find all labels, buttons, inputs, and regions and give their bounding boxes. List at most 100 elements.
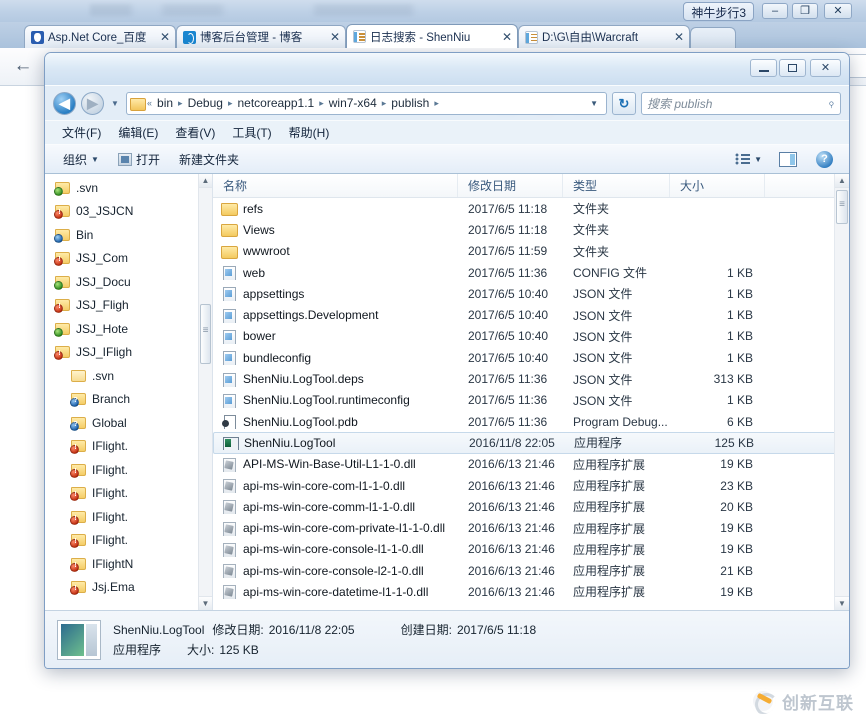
browser-minimize-button[interactable]: – xyxy=(762,3,788,19)
table-row[interactable]: ShenNiu.LogTool.runtimeconfig 2017/6/5 11… xyxy=(213,390,849,411)
show-preview-pane-button[interactable] xyxy=(771,149,805,170)
nav-tree-item[interactable]: JSJ_Docu xyxy=(45,270,198,294)
table-row[interactable]: API-MS-Win-Base-Util-L1-1-0.dll 2016/6/13… xyxy=(213,454,849,475)
scroll-up-arrow-icon[interactable]: ▲ xyxy=(199,174,212,188)
scroll-down-arrow-icon[interactable]: ▼ xyxy=(835,596,849,610)
nav-tree-item[interactable]: Branch xyxy=(45,388,198,412)
file-list-scroll-thumb[interactable] xyxy=(836,190,848,224)
new-tab-button[interactable] xyxy=(690,27,736,48)
browser-tab-0[interactable]: Asp.Net Core_百度 ✕ xyxy=(24,25,176,48)
nav-tree-item[interactable]: JSJ_Hote xyxy=(45,317,198,341)
browser-tab-3[interactable]: D:\G\自由\Warcraft ✕ xyxy=(518,25,690,48)
nav-tree-item[interactable]: JSJ_IFligh xyxy=(45,341,198,365)
table-row[interactable]: refs 2017/6/5 11:18 文件夹 xyxy=(213,198,849,219)
table-row[interactable]: bower 2017/6/5 10:40 JSON 文件 1 KB xyxy=(213,326,849,347)
chevron-right-icon[interactable]: ▸ xyxy=(433,98,440,109)
menu-file[interactable]: 文件(F) xyxy=(55,122,108,143)
menu-edit[interactable]: 编辑(E) xyxy=(111,122,165,143)
address-dropdown-icon[interactable]: ▼ xyxy=(585,99,603,108)
nav-tree-item[interactable]: IFlight. xyxy=(45,505,198,529)
scroll-down-arrow-icon[interactable]: ▼ xyxy=(199,596,212,610)
file-size-cell: 19 KB xyxy=(720,542,753,557)
browser-back-icon[interactable]: ← xyxy=(12,56,34,78)
table-row[interactable]: api-ms-win-core-com-private-l1-1-0.dll 20… xyxy=(213,517,849,538)
help-button[interactable]: ? xyxy=(808,148,841,171)
browser-close-button[interactable]: ✕ xyxy=(824,3,852,19)
chevron-right-icon[interactable]: ▸ xyxy=(381,98,388,109)
breadcrumb-item-debug[interactable]: Debug xyxy=(185,96,226,110)
nav-tree-item[interactable]: 03_JSJCN xyxy=(45,200,198,224)
table-row[interactable]: wwwroot 2017/6/5 11:59 文件夹 xyxy=(213,241,849,262)
file-list-scrollbar[interactable]: ▲ ▼ xyxy=(834,174,849,610)
new-folder-button[interactable]: 新建文件夹 xyxy=(171,148,247,171)
chevron-right-icon[interactable]: ▸ xyxy=(177,98,184,109)
column-header-type[interactable]: 类型 xyxy=(563,174,670,197)
forward-button[interactable]: ▶ xyxy=(81,91,104,115)
svn-status-badge-icon xyxy=(70,468,80,478)
menu-tools[interactable]: 工具(T) xyxy=(225,122,278,143)
table-row[interactable]: api-ms-win-core-datetime-l1-1-0.dll 2016/… xyxy=(213,581,849,602)
search-input[interactable]: 搜索 publish ⌕ xyxy=(641,91,841,115)
column-header-date[interactable]: 修改日期 xyxy=(458,174,563,197)
nav-tree-item[interactable]: IFlight. xyxy=(45,435,198,459)
explorer-maximize-button[interactable] xyxy=(779,59,806,77)
nav-tree-item[interactable]: JSJ_Com xyxy=(45,247,198,271)
nav-tree-item[interactable]: IFlight. xyxy=(45,458,198,482)
nav-tree-item[interactable]: Jsj.Ema xyxy=(45,576,198,600)
explorer-minimize-button[interactable] xyxy=(750,59,777,77)
table-row[interactable]: appsettings 2017/6/5 10:40 JSON 文件 1 KB xyxy=(213,283,849,304)
nav-tree-item[interactable]: JSJ_Fligh xyxy=(45,294,198,318)
navigation-scrollbar[interactable]: ▲ ▼ xyxy=(198,174,212,610)
status-size-label: 大小: xyxy=(187,643,215,657)
refresh-button[interactable]: ↻ xyxy=(612,91,636,115)
table-row[interactable]: api-ms-win-core-comm-l1-1-0.dll 2016/6/13… xyxy=(213,496,849,517)
nav-tree-item[interactable]: IFlight. xyxy=(45,482,198,506)
tab-close-icon[interactable]: ✕ xyxy=(329,30,341,44)
table-row[interactable]: ShenNiu.LogTool.pdb 2017/6/5 11:36 Program… xyxy=(213,411,849,432)
explorer-titlebar[interactable]: ✕ xyxy=(45,53,849,86)
tab-close-icon[interactable]: ✕ xyxy=(159,30,171,44)
open-button[interactable]: 打开 xyxy=(110,148,168,171)
browser-tab-1[interactable]: 博客后台管理 - 博客 ✕ xyxy=(176,25,346,48)
address-breadcrumb-bar[interactable]: « bin ▸ Debug ▸ netcoreapp1.1 ▸ win7-x64… xyxy=(126,91,607,115)
breadcrumb-overflow[interactable]: « xyxy=(146,98,153,108)
table-row[interactable]: ShenNiu.LogTool.deps 2017/6/5 11:36 JSON 文… xyxy=(213,368,849,389)
nav-tree-item[interactable]: Global xyxy=(45,411,198,435)
scroll-up-arrow-icon[interactable]: ▲ xyxy=(835,174,849,188)
organize-button[interactable]: 组织 ▼ xyxy=(55,148,107,171)
breadcrumb-item-bin[interactable]: bin xyxy=(154,96,176,110)
table-row[interactable]: appsettings.Development 2017/6/5 10:40 JSO… xyxy=(213,304,849,325)
table-row[interactable]: Views 2017/6/5 11:18 文件夹 xyxy=(213,219,849,240)
nav-tree-item[interactable]: .svn xyxy=(45,176,198,200)
tab-close-icon[interactable]: ✕ xyxy=(501,30,513,44)
table-row[interactable]: api-ms-win-core-console-l1-1-0.dll 2016/6… xyxy=(213,539,849,560)
nav-tree-item[interactable]: .svn xyxy=(45,364,198,388)
explorer-close-button[interactable]: ✕ xyxy=(810,59,841,77)
nav-tree-item[interactable]: Bin xyxy=(45,223,198,247)
change-view-button[interactable]: ▼ xyxy=(729,150,768,168)
table-row[interactable]: api-ms-win-core-console-l2-1-0.dll 2016/6… xyxy=(213,560,849,581)
chevron-right-icon[interactable]: ▸ xyxy=(318,98,325,109)
browser-maximize-button[interactable]: ❐ xyxy=(792,3,818,19)
tab-close-icon[interactable]: ✕ xyxy=(673,30,685,44)
column-header-size[interactable]: 大小 xyxy=(670,174,765,197)
menu-view[interactable]: 查看(V) xyxy=(168,122,222,143)
breadcrumb-item-publish[interactable]: publish xyxy=(388,96,432,110)
folder-icon xyxy=(71,369,87,383)
menu-help[interactable]: 帮助(H) xyxy=(282,122,337,143)
nav-tree-item[interactable]: IFlightN xyxy=(45,552,198,576)
recent-pages-caret-icon[interactable]: ▼ xyxy=(109,99,121,108)
navigation-scroll-thumb[interactable] xyxy=(200,304,211,364)
breadcrumb-item-netcoreapp[interactable]: netcoreapp1.1 xyxy=(234,96,317,110)
table-row[interactable]: api-ms-win-core-com-l1-1-0.dll 2016/6/13 … xyxy=(213,475,849,496)
window-user-label[interactable]: 神牛步行3 xyxy=(683,2,754,21)
table-row[interactable]: bundleconfig 2017/6/5 10:40 JSON 文件 1 KB xyxy=(213,347,849,368)
breadcrumb-item-win7x64[interactable]: win7-x64 xyxy=(326,96,380,110)
chevron-right-icon[interactable]: ▸ xyxy=(227,98,234,109)
table-row[interactable]: web 2017/6/5 11:36 CONFIG 文件 1 KB xyxy=(213,262,849,283)
nav-tree-item[interactable]: IFlight. xyxy=(45,529,198,553)
browser-tab-2-active[interactable]: 日志搜索 - ShenNiu ✕ xyxy=(346,24,518,48)
back-button[interactable]: ◀ xyxy=(53,91,76,115)
table-row-selected[interactable]: ShenNiu.LogTool 2016/11/8 22:05 应用程序 125 KB xyxy=(213,432,849,454)
column-header-name[interactable]: 名称 xyxy=(213,174,458,197)
